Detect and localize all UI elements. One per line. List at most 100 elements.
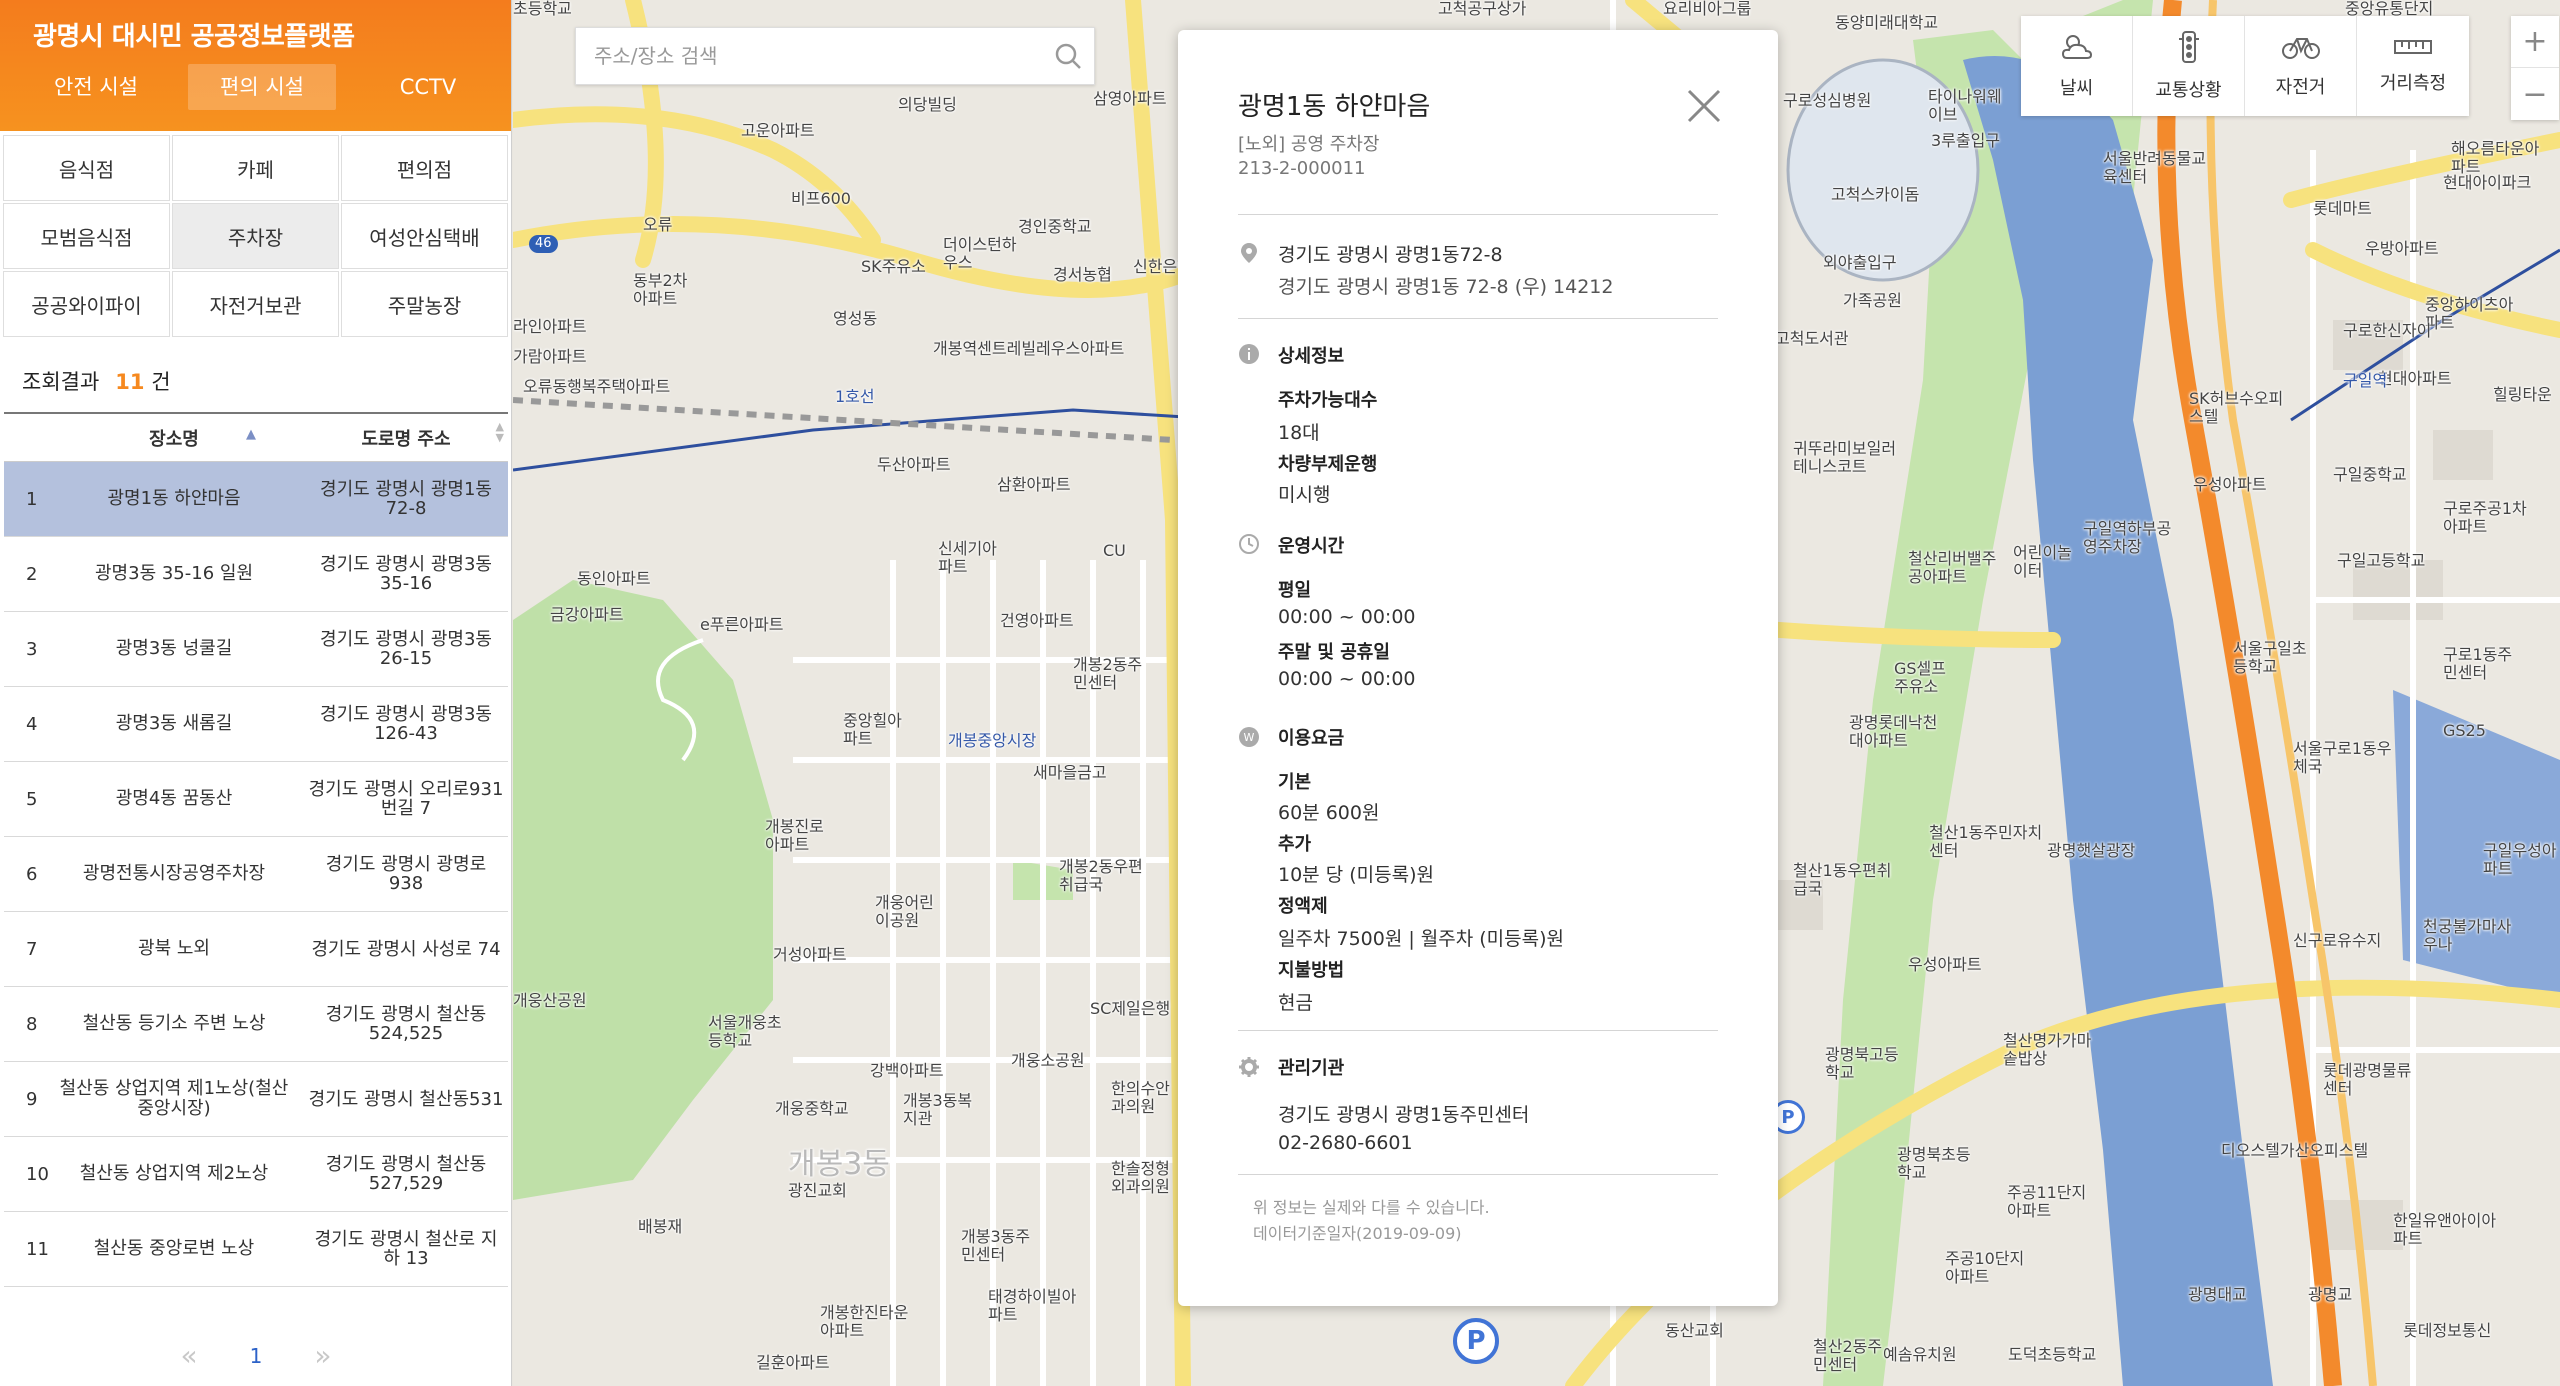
tab-convenience[interactable]: 편의 시설	[188, 64, 336, 110]
map-label: 롯데광명물류센터	[2323, 1061, 2412, 1098]
map-label: 서울구로1동우체국	[2293, 739, 2392, 776]
map-label: 천궁불가마사우나	[2423, 917, 2512, 954]
category-restaurant[interactable]: 음식점	[3, 135, 170, 201]
category-cafe[interactable]: 카페	[172, 135, 339, 201]
map-label: 새마을금고	[1033, 763, 1107, 782]
table-row[interactable]: 8 철산동 등기소 주변 노상 경기도 광명시 철산동524,525	[4, 987, 508, 1062]
map-label: 한일유앤아이아파트	[2393, 1211, 2497, 1248]
category-model-restaurant[interactable]: 모범음식점	[3, 203, 170, 269]
row-name: 광명4동 꿈동산	[115, 788, 233, 809]
disclaimer-note: 위 정보는 실제와 다를 수 있습니다.	[1253, 1198, 1490, 1217]
row-name: 광명3동 35-16 일원	[95, 563, 253, 584]
table-row[interactable]: 2 광명3동 35-16 일원 경기도 광명시 광명3동35-16	[4, 537, 508, 612]
tab-cctv[interactable]: CCTV	[354, 64, 502, 110]
zoom-out-button[interactable]: −	[2511, 68, 2559, 120]
map-district-label: 개봉3동	[788, 1147, 890, 1182]
row-name: 광명3동 새롬길	[115, 713, 233, 734]
next-page-button[interactable]: »	[314, 1339, 331, 1372]
row-number: 9	[26, 1088, 38, 1110]
row-address: 경기도 광명시 사성로 74	[311, 938, 501, 960]
map-label: 광명북초등학교	[1897, 1145, 1971, 1182]
row-address: 경기도 광명시 철산동531	[308, 1088, 504, 1110]
rotation-label: 차량부제운행	[1278, 454, 1378, 475]
map-label: 광명롯데낙천대아파트	[1849, 713, 1938, 750]
category-public-wifi[interactable]: 공공와이파이	[3, 271, 170, 337]
map-label: 신구로유수지	[2293, 931, 2382, 950]
payment-label: 지불방법	[1278, 960, 1345, 981]
org-phone: 02-2680-6601	[1278, 1132, 1413, 1154]
column-header-address[interactable]: 도로명 주소 ▲ ▼	[304, 421, 508, 451]
detail-popup: 광명1동 하얀마음 [노외] 공영 주차장 213-2-000011 경기도 광…	[1178, 30, 1778, 1306]
map-label: 개봉중앙시장	[948, 731, 1037, 750]
traffic-light-icon	[2177, 30, 2201, 68]
data-date-note: 데이터기준일자(2019-09-09)	[1253, 1224, 1462, 1243]
map-tools: 날씨 교통상황 자전거 거리측정	[2021, 16, 2469, 116]
category-grid: 음식점 카페 편의점 모범음식점 주차장 여성안심택배 공공와이파이 자전거보관…	[0, 131, 512, 341]
row-address: 경기도 광명시 철산동524,525	[325, 1004, 487, 1044]
search-icon[interactable]	[1042, 27, 1094, 85]
map-label: 구일고등학교	[2337, 551, 2426, 570]
tab-safety[interactable]: 안전 시설	[22, 64, 170, 110]
weather-button[interactable]: 날씨	[2021, 16, 2133, 116]
table-row[interactable]: 11 철산동 중앙로변 노상 경기도 광명시 철산로 지하 13	[4, 1212, 508, 1287]
prev-page-button[interactable]: «	[180, 1339, 197, 1372]
side-panel: 광명시 대시민 공공정보플랫폼 안전 시설 편의 시설 CCTV 음식점 카페 …	[0, 0, 512, 1386]
table-row[interactable]: 6 광명전통시장공영주차장 경기도 광명시 광명로 938	[4, 837, 508, 912]
traffic-button[interactable]: 교통상황	[2133, 16, 2245, 116]
map-label: e푸른아파트	[700, 615, 784, 634]
result-table: 장소명 ▲ 도로명 주소 ▲ ▼ 1 광명1동 하얀마음 경기도 광명시 광명1동72…	[4, 412, 508, 1287]
parking-pin[interactable]: P	[1453, 1318, 1499, 1364]
page-1-button[interactable]: 1	[250, 1344, 263, 1368]
map-label: 삼환아파트	[997, 475, 1071, 494]
table-header: 장소명 ▲ 도로명 주소 ▲ ▼	[4, 412, 508, 462]
map-label: 예솜유치원	[1883, 1345, 1957, 1364]
table-row[interactable]: 1 광명1동 하얀마음 경기도 광명시 광명1동72-8	[4, 462, 508, 537]
category-bike-storage[interactable]: 자전거보관	[172, 271, 339, 337]
category-women-safe-delivery[interactable]: 여성안심택배	[341, 203, 508, 269]
row-address: 경기도 광명시 광명로 938	[325, 854, 487, 894]
map-label: 롯데정보통신	[2403, 1321, 2492, 1340]
row-address: 경기도 광명시 광명3동26-15	[320, 629, 492, 669]
map-label: 우방아파트	[2365, 239, 2439, 258]
divider	[1238, 1174, 1718, 1175]
table-row[interactable]: 5 광명4동 꿈동산 경기도 광명시 오리로931번길 7	[4, 762, 508, 837]
map-label: 강백아파트	[870, 1061, 944, 1080]
weekday-label: 평일	[1278, 580, 1312, 601]
map-label: 태경하이빌아파트	[988, 1287, 1077, 1324]
map-label: 중앙힐아파트	[843, 711, 902, 748]
map-label: 주공10단지아파트	[1945, 1249, 2025, 1286]
zoom-in-button[interactable]: +	[2511, 16, 2559, 68]
map-label: 철산리버밸주공아파트	[1908, 549, 1997, 586]
map-label: 구일우성아파트	[2483, 841, 2557, 878]
category-convenience-store[interactable]: 편의점	[341, 135, 508, 201]
map-label: 디오스텔가산오피스텔	[2221, 1141, 2369, 1160]
bicycle-label: 자전거	[2275, 77, 2326, 98]
close-button[interactable]	[1683, 85, 1725, 127]
table-row[interactable]: 4 광명3동 새롬길 경기도 광명시 광명3동126-43	[4, 687, 508, 762]
weather-label: 날씨	[2059, 78, 2094, 99]
payment-value: 현금	[1278, 992, 1313, 1014]
map-label: 더이스턴하우스	[943, 235, 1017, 272]
table-row[interactable]: 10 철산동 상업지역 제2노상 경기도 광명시 철산동527,529	[4, 1137, 508, 1212]
map-label: 동부2차아파트	[633, 271, 688, 308]
map-label: 구일역하부공영주차장	[2083, 519, 2172, 556]
measure-button[interactable]: 거리측정	[2357, 16, 2469, 116]
row-number: 8	[26, 1013, 38, 1035]
table-row[interactable]: 7 광북 노외 경기도 광명시 사성로 74	[4, 912, 508, 987]
category-weekend-farm[interactable]: 주말농장	[341, 271, 508, 337]
search-input[interactable]	[576, 28, 1042, 84]
won-icon: W	[1239, 727, 1259, 747]
category-parking[interactable]: 주차장	[172, 203, 339, 269]
row-number: 5	[26, 788, 38, 810]
bicycle-button[interactable]: 자전거	[2245, 16, 2357, 116]
map-label: 어린이놀이터	[2013, 543, 2072, 580]
map-label: 해오름타운아파트	[2451, 139, 2540, 176]
sort-icon: ▲ ▼	[495, 419, 504, 444]
map-label: 귀뚜라미보일러테니스코트	[1793, 439, 1897, 476]
close-icon	[1687, 89, 1721, 123]
table-row[interactable]: 3 광명3동 넝쿨길 경기도 광명시 광명3동26-15	[4, 612, 508, 687]
table-row[interactable]: 9 철산동 상업지역 제1노상(철산중앙시장) 경기도 광명시 철산동531	[4, 1062, 508, 1137]
map-label: 개웅어린이공원	[875, 893, 934, 930]
column-header-name[interactable]: 장소명 ▲	[44, 425, 304, 451]
map-label: 구로성심병원	[1783, 91, 1872, 110]
